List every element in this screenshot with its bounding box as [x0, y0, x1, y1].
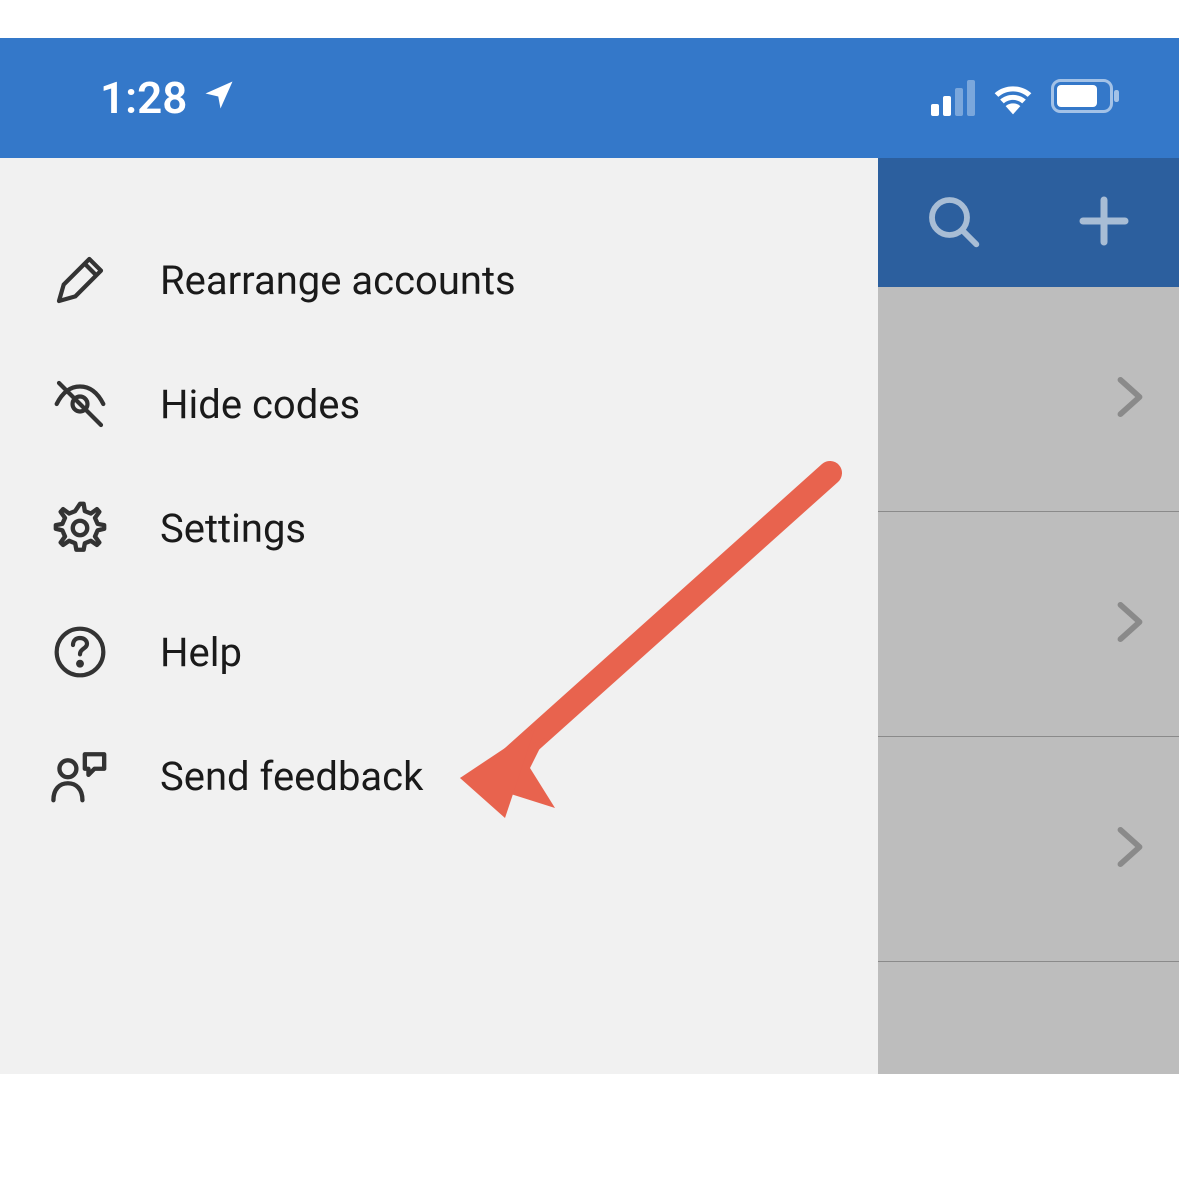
menu-item-rearrange-accounts[interactable]: Rearrange accounts — [0, 218, 878, 342]
side-menu: Rearrange accounts Hide codes — [0, 158, 878, 1074]
menu-item-label: Send feedback — [160, 753, 423, 800]
status-time: 1:28 — [100, 72, 187, 124]
menu-item-label: Rearrange accounts — [160, 257, 516, 304]
menu-item-settings[interactable]: Settings — [0, 466, 878, 590]
location-icon — [201, 72, 237, 124]
search-icon[interactable] — [925, 193, 981, 253]
menu-item-help[interactable]: Help — [0, 590, 878, 714]
battery-icon — [1051, 79, 1121, 117]
menu-item-label: Help — [160, 629, 242, 676]
background-list — [878, 158, 1179, 1074]
list-item[interactable] — [878, 287, 1179, 512]
chevron-right-icon — [1116, 826, 1144, 872]
eye-slash-icon — [50, 374, 110, 434]
plus-icon[interactable] — [1076, 193, 1132, 253]
help-icon — [50, 622, 110, 682]
wifi-icon — [991, 77, 1035, 119]
list-item[interactable] — [878, 512, 1179, 737]
chevron-right-icon — [1116, 601, 1144, 647]
cellular-signal-icon — [931, 80, 975, 116]
gear-icon — [50, 498, 110, 558]
list-item[interactable] — [878, 737, 1179, 962]
top-gap — [0, 0, 878, 38]
status-bar: 1:28 — [0, 38, 1179, 158]
menu-item-send-feedback[interactable]: Send feedback — [0, 714, 878, 838]
pencil-icon — [50, 250, 110, 310]
menu-item-label: Hide codes — [160, 381, 360, 428]
menu-item-hide-codes[interactable]: Hide codes — [0, 342, 878, 466]
menu-item-label: Settings — [160, 505, 306, 552]
background-header — [878, 158, 1179, 287]
list-item[interactable] — [878, 962, 1179, 1187]
feedback-icon — [50, 746, 110, 806]
chevron-right-icon — [1116, 376, 1144, 422]
